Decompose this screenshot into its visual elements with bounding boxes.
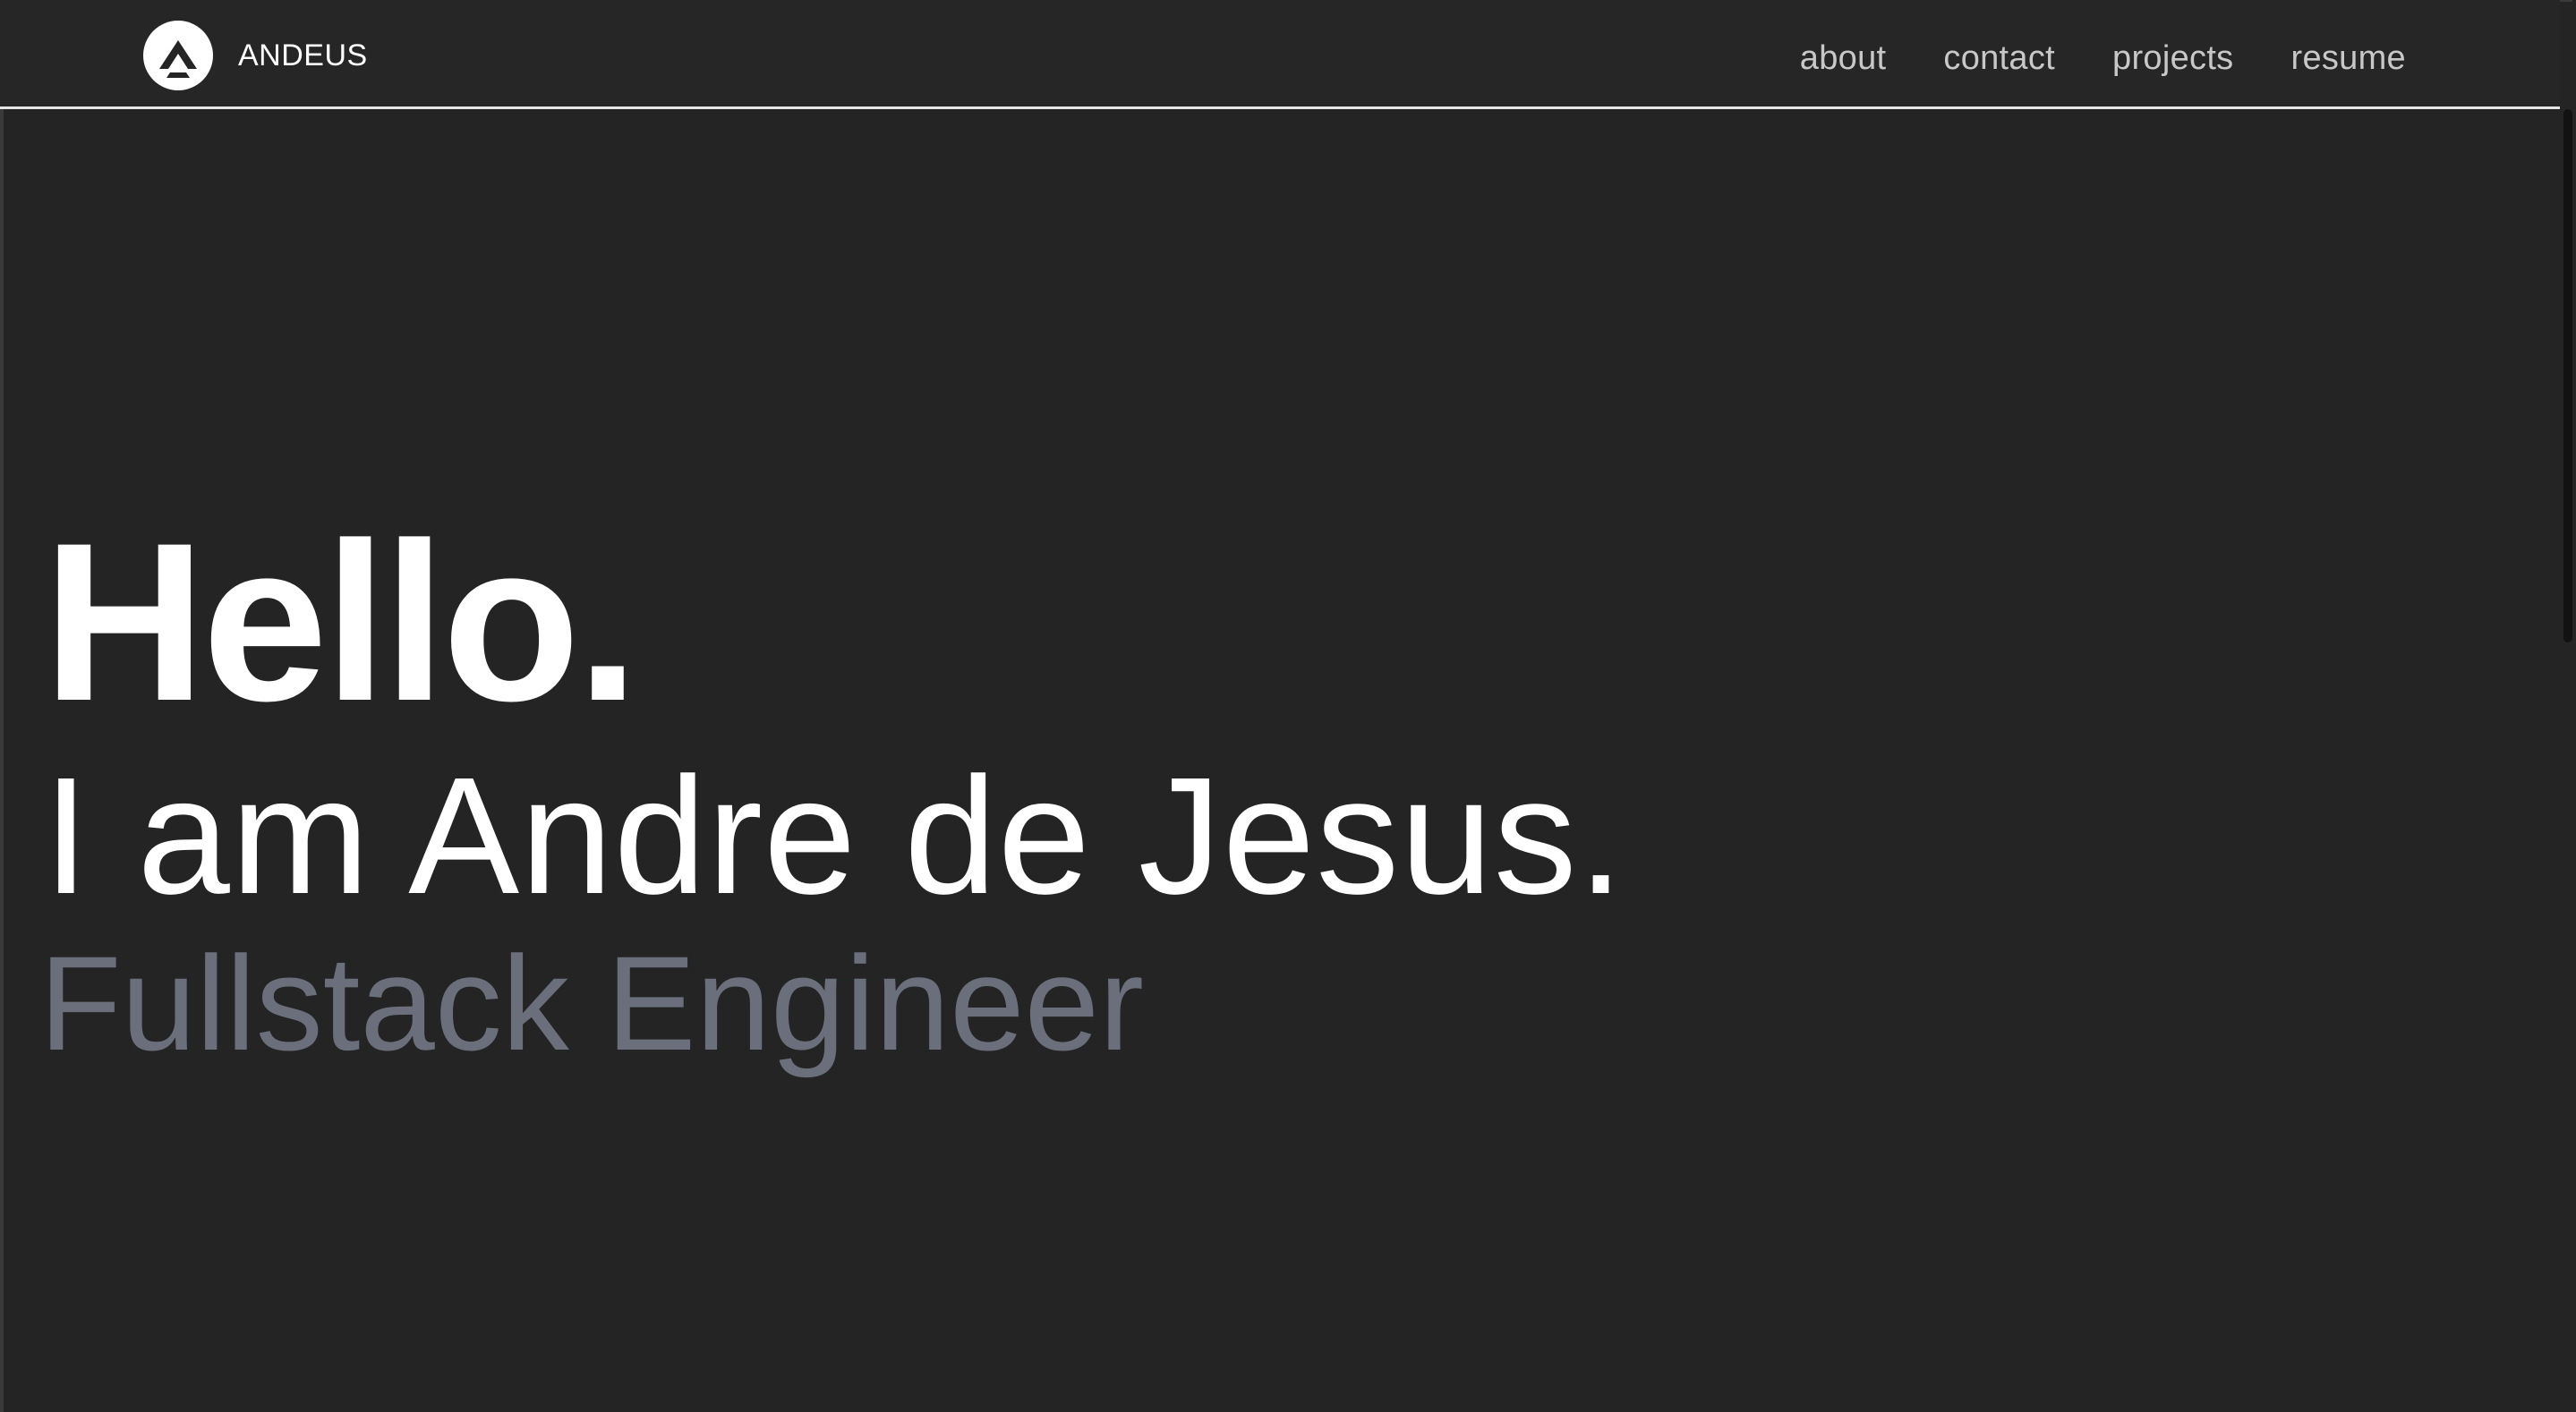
hero-greeting: Hello. (43, 497, 639, 748)
hero-section: Hello. I am Andre de Jesus. Fullstack En… (39, 497, 1625, 1071)
vertical-scrollbar[interactable] (2560, 109, 2576, 1412)
nav-link-about[interactable]: about (1800, 39, 1887, 78)
nav-link-contact[interactable]: contact (1943, 39, 2055, 78)
andeus-logo-icon (143, 21, 213, 90)
brand-link[interactable]: ANDEUS (143, 20, 368, 91)
hero-role: Fullstack Engineer (39, 928, 1144, 1078)
scrollbar-thumb[interactable] (2563, 109, 2572, 642)
top-navbar: ANDEUS about contact projects resume (0, 0, 2560, 109)
nav-links: about contact projects resume (1800, 20, 2406, 97)
brand-name: ANDEUS (238, 38, 368, 72)
nav-link-resume[interactable]: resume (2290, 39, 2406, 78)
hero-name: I am Andre de Jesus. (43, 744, 1625, 929)
nav-link-projects[interactable]: projects (2112, 39, 2233, 78)
